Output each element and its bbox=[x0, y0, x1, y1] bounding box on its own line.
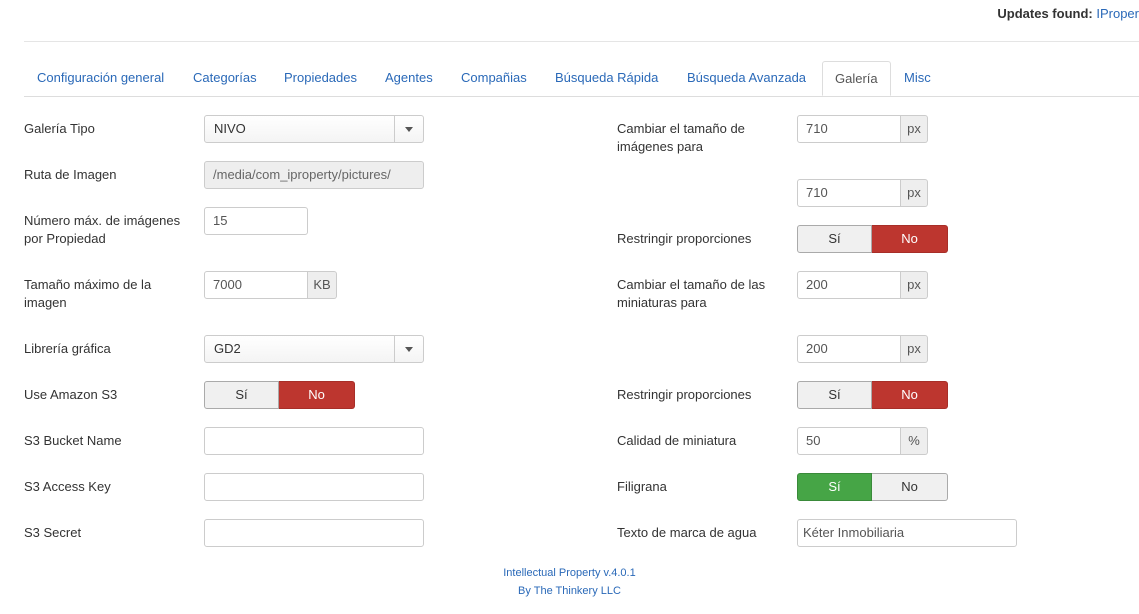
graphics-lib-value: GD2 bbox=[214, 341, 241, 356]
restrict-thumb-proportions-no-button[interactable]: No bbox=[872, 381, 948, 409]
watermark-no-button[interactable]: No bbox=[872, 473, 948, 501]
amazon-s3-toggle: Sí No bbox=[204, 381, 355, 409]
thumb-quality-unit: % bbox=[901, 427, 928, 455]
amazon-s3-yes-button[interactable]: Sí bbox=[204, 381, 279, 409]
graphics-lib-select[interactable]: GD2 bbox=[204, 335, 424, 363]
footer-version[interactable]: Intellectual Property v.4.0.1 bbox=[0, 567, 1139, 579]
s3-access-label: S3 Access Key bbox=[24, 479, 111, 494]
divider bbox=[24, 41, 1139, 42]
max-size-unit: KB bbox=[308, 271, 337, 299]
updates-link[interactable]: IProper bbox=[1096, 6, 1139, 21]
tab-configuracion-general[interactable]: Configuración general bbox=[37, 61, 164, 96]
resize-thumbs-width-field[interactable]: 200 bbox=[797, 271, 901, 299]
tab-busqueda-rapida[interactable]: Búsqueda Rápida bbox=[555, 61, 658, 96]
tab-busqueda-avanzada[interactable]: Búsqueda Avanzada bbox=[687, 61, 806, 96]
max-size-field[interactable]: 7000 bbox=[204, 271, 308, 299]
footer-credit[interactable]: By The Thinkery LLC bbox=[0, 585, 1139, 597]
tab-galeria[interactable]: Galería bbox=[822, 61, 891, 96]
thumb-quality-label: Calidad de miniatura bbox=[617, 433, 737, 448]
restrict-proportions-yes-button[interactable]: Sí bbox=[797, 225, 872, 253]
watermark-toggle: Sí No bbox=[797, 473, 948, 501]
gallery-type-select[interactable]: NIVO bbox=[204, 115, 424, 143]
watermark-text-label: Texto de marca de agua bbox=[617, 525, 757, 540]
resize-images-height-field[interactable]: 710 bbox=[797, 179, 901, 207]
tab-propiedades[interactable]: Propiedades bbox=[284, 61, 357, 96]
resize-thumbs-height-unit: px bbox=[901, 335, 928, 363]
restrict-thumb-proportions-yes-button[interactable]: Sí bbox=[797, 381, 872, 409]
tab-bar: Configuración general Categorías Propied… bbox=[24, 61, 1139, 97]
s3-bucket-label: S3 Bucket Name bbox=[24, 433, 122, 448]
chevron-down-icon bbox=[394, 336, 423, 362]
resize-images-height-unit: px bbox=[901, 179, 928, 207]
resize-images-width-field[interactable]: 710 bbox=[797, 115, 901, 143]
chevron-down-icon bbox=[394, 116, 423, 142]
image-path-label: Ruta de Imagen bbox=[24, 167, 117, 182]
restrict-proportions-toggle: Sí No bbox=[797, 225, 948, 253]
thumb-quality-field[interactable]: 50 bbox=[797, 427, 901, 455]
graphics-lib-label: Librería gráfica bbox=[24, 341, 111, 356]
updates-notice: Updates found: IProper bbox=[997, 6, 1139, 21]
amazon-s3-no-button[interactable]: No bbox=[279, 381, 355, 409]
tab-categorias[interactable]: Categorías bbox=[193, 61, 257, 96]
resize-thumbs-height-field[interactable]: 200 bbox=[797, 335, 901, 363]
gallery-type-value: NIVO bbox=[214, 121, 246, 136]
s3-secret-label: S3 Secret bbox=[24, 525, 82, 540]
tab-companias[interactable]: Compañias bbox=[461, 61, 527, 96]
amazon-s3-label: Use Amazon S3 bbox=[24, 387, 118, 402]
resize-images-width-unit: px bbox=[901, 115, 928, 143]
s3-secret-field[interactable] bbox=[204, 519, 424, 547]
resize-thumbs-width-unit: px bbox=[901, 271, 928, 299]
tab-misc[interactable]: Misc bbox=[904, 61, 931, 96]
max-images-field[interactable]: 15 bbox=[204, 207, 308, 235]
restrict-thumb-proportions-label: Restringir proporciones bbox=[617, 387, 752, 402]
watermark-yes-button[interactable]: Sí bbox=[797, 473, 872, 501]
tab-agentes[interactable]: Agentes bbox=[385, 61, 433, 96]
restrict-proportions-no-button[interactable]: No bbox=[872, 225, 948, 253]
gallery-type-label: Galería Tipo bbox=[24, 121, 95, 136]
watermark-label: Filigrana bbox=[617, 479, 667, 494]
resize-thumbs-label: Cambiar el tamaño de las miniaturas para bbox=[617, 277, 766, 310]
s3-bucket-field[interactable] bbox=[204, 427, 424, 455]
max-images-label: Número máx. de imágenes por Propiedad bbox=[24, 213, 181, 246]
updates-label: Updates found: bbox=[997, 6, 1093, 21]
restrict-proportions-label: Restringir proporciones bbox=[617, 231, 752, 246]
s3-access-field[interactable] bbox=[204, 473, 424, 501]
watermark-text-field[interactable]: Kéter Inmobiliaria bbox=[797, 519, 1017, 547]
restrict-thumb-proportions-toggle: Sí No bbox=[797, 381, 948, 409]
resize-images-label: Cambiar el tamaño de imágenes para bbox=[617, 121, 745, 154]
image-path-field: /media/com_iproperty/pictures/ bbox=[204, 161, 424, 189]
max-size-label: Tamaño máximo de la imagen bbox=[24, 277, 152, 310]
